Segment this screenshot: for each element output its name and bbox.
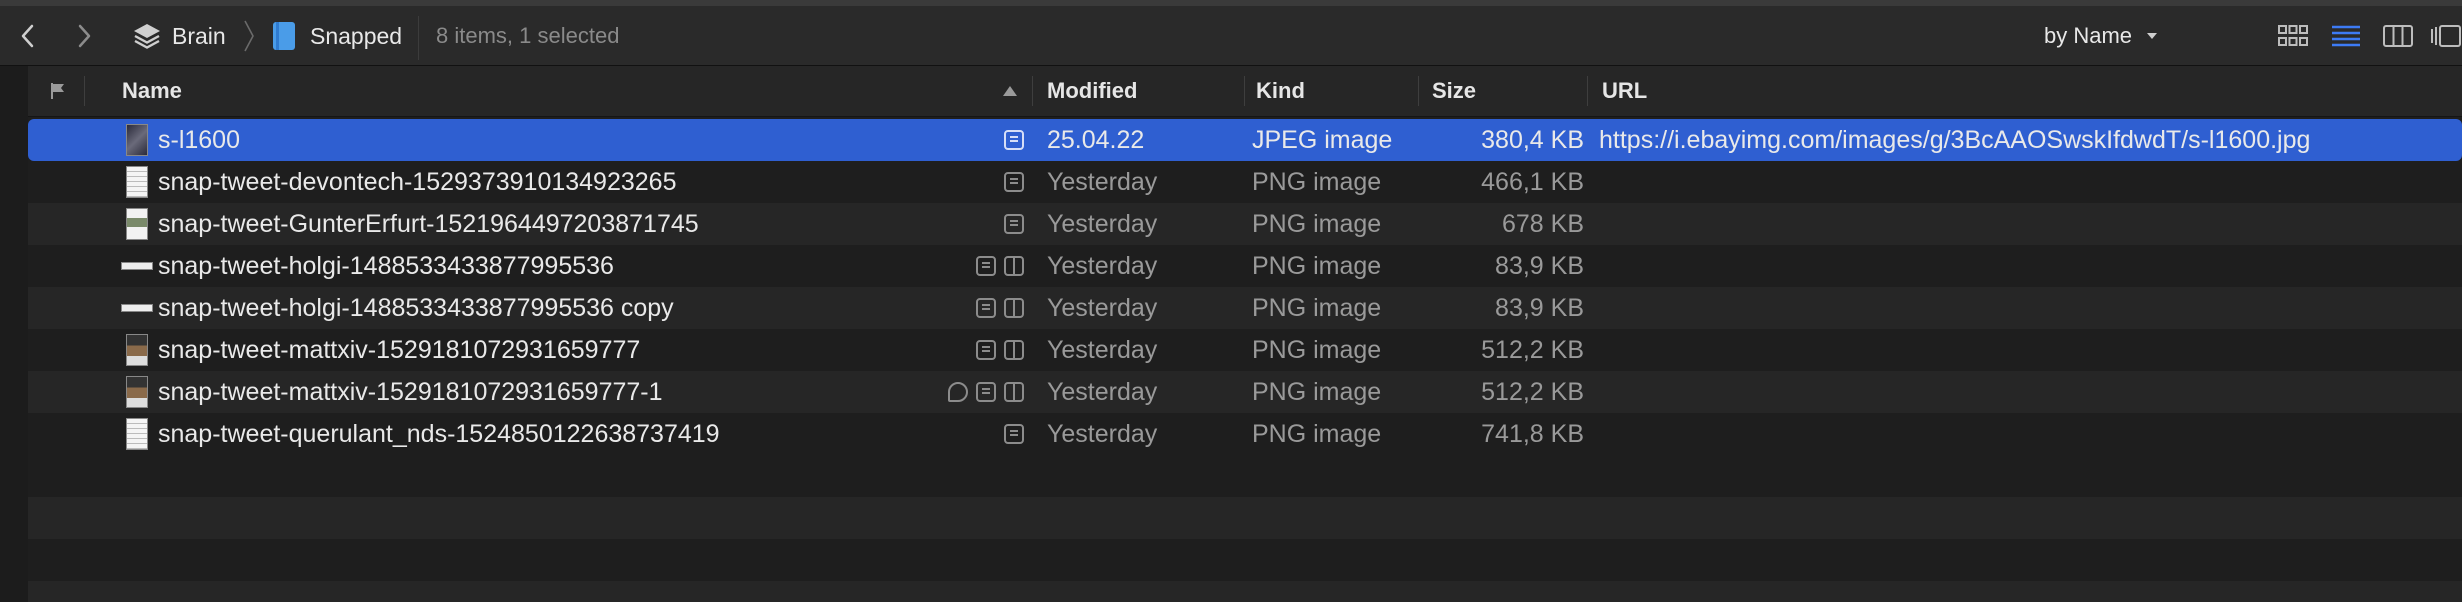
layers-icon (134, 24, 160, 49)
sort-dropdown[interactable]: by Name (2044, 6, 2158, 66)
metadata-icon (976, 382, 996, 402)
sort-ascending-indicator (1002, 66, 1018, 116)
file-thumbnail (126, 418, 148, 450)
book-icon (273, 22, 295, 50)
file-size: 380,4 KB (1481, 125, 1584, 154)
breadcrumb-item-brain[interactable]: Brain (132, 6, 226, 66)
toolbar: Brain Snapped 8 items, 1 selected by Nam… (0, 0, 2462, 66)
file-kind: PNG image (1252, 209, 1382, 238)
preview-pane-icon (1004, 256, 1024, 276)
file-kind: JPEG image (1252, 125, 1393, 154)
icon-view-button[interactable] (2278, 6, 2308, 66)
flag-column-header[interactable] (50, 66, 66, 116)
breadcrumb-separator (242, 6, 256, 66)
chevron-right-icon (78, 24, 91, 48)
file-name: snap-tweet-holgi-1488533433877995536 cop… (158, 293, 674, 322)
list-view-icon (2332, 25, 2360, 47)
forward-button[interactable] (76, 6, 92, 66)
table-row[interactable]: snap-tweet-mattxiv-1529181072931659777-1… (28, 371, 2462, 413)
modified-date: Yesterday (1047, 335, 1158, 364)
file-thumbnail (121, 262, 153, 270)
kind-column-header[interactable]: Kind (1256, 66, 1305, 116)
preview-pane-icon (1004, 298, 1024, 318)
modified-date: Yesterday (1047, 377, 1158, 406)
column-view-button[interactable] (2383, 6, 2413, 66)
modified-date: Yesterday (1047, 167, 1158, 196)
file-kind: PNG image (1252, 419, 1382, 448)
file-size: 512,2 KB (1481, 335, 1584, 364)
empty-row-stripe (28, 497, 2462, 539)
file-thumbnail (126, 376, 148, 408)
metadata-icon (976, 298, 996, 318)
back-button[interactable] (20, 6, 36, 66)
modified-date: Yesterday (1047, 293, 1158, 322)
breadcrumb-label: Snapped (310, 22, 403, 49)
list-view-button[interactable] (2331, 6, 2361, 66)
metadata-icon (976, 256, 996, 276)
file-size: 83,9 KB (1495, 293, 1584, 322)
metadata-icon (1004, 214, 1024, 234)
triangle-up-icon (1003, 86, 1017, 96)
table-row[interactable]: s-l1600 25.04.22 JPEG image 380,4 KB htt… (28, 119, 2462, 161)
size-column-header[interactable]: Size (1432, 66, 1476, 116)
file-name: snap-tweet-holgi-1488533433877995536 (158, 251, 614, 280)
file-name: snap-tweet-GunterErfurt-1521964497203871… (158, 209, 699, 238)
file-size: 466,1 KB (1481, 167, 1584, 196)
preview-pane-icon (1004, 340, 1024, 360)
cover-flow-button[interactable] (2430, 6, 2462, 66)
modified-date: Yesterday (1047, 209, 1158, 238)
file-name: s-l1600 (158, 125, 240, 154)
file-name: snap-tweet-devontech-1529373910134923265 (158, 167, 677, 196)
flag-icon (51, 83, 64, 99)
item-count-status: 8 items, 1 selected (436, 23, 620, 48)
file-kind: PNG image (1252, 167, 1382, 196)
table-row[interactable]: snap-tweet-devontech-1529373910134923265… (28, 161, 2462, 203)
chevron-left-icon (21, 24, 34, 48)
file-kind: PNG image (1252, 335, 1382, 364)
chevron-down-icon (2147, 33, 2158, 39)
icon-view-icon (2278, 25, 2308, 46)
modified-date: Yesterday (1047, 419, 1158, 448)
file-thumbnail (121, 304, 153, 312)
file-size: 512,2 KB (1481, 377, 1584, 406)
url-column-header[interactable]: URL (1602, 66, 1647, 116)
file-url[interactable]: https://i.ebayimg.com/images/g/3BcAAOSws… (1599, 119, 2310, 161)
file-thumbnail (126, 334, 148, 366)
file-size: 83,9 KB (1495, 251, 1584, 280)
file-name: snap-tweet-mattxiv-1529181072931659777-1 (158, 377, 663, 406)
table-row[interactable]: snap-tweet-GunterErfurt-1521964497203871… (28, 203, 2462, 245)
breadcrumb-item-snapped[interactable]: Snapped (272, 6, 402, 66)
breadcrumb-label: Brain (172, 22, 226, 49)
preview-pane-icon (1004, 382, 1024, 402)
table-row[interactable]: snap-tweet-mattxiv-1529181072931659777 Y… (28, 329, 2462, 371)
file-size: 741,8 KB (1481, 419, 1584, 448)
metadata-icon (1004, 130, 1024, 150)
metadata-icon (976, 340, 996, 360)
table-row[interactable]: snap-tweet-holgi-1488533433877995536 cop… (28, 287, 2462, 329)
column-view-icon (2383, 25, 2413, 47)
modified-date: 25.04.22 (1047, 125, 1145, 154)
file-kind: PNG image (1252, 293, 1382, 322)
file-kind: PNG image (1252, 377, 1382, 406)
table-row[interactable]: snap-tweet-querulant_nds-152485012263873… (28, 413, 2462, 455)
file-thumbnail (126, 208, 148, 240)
sidebar-gutter (0, 66, 28, 602)
cover-flow-icon (2431, 25, 2461, 47)
metadata-icon (1004, 172, 1024, 192)
file-thumbnail (126, 124, 148, 156)
sort-label: by Name (2044, 23, 2133, 48)
metadata-icon (1004, 424, 1024, 444)
table-row[interactable]: snap-tweet-holgi-1488533433877995536 Yes… (28, 245, 2462, 287)
name-column-header[interactable]: Name (122, 66, 182, 116)
empty-row-stripe (28, 581, 2462, 602)
file-name: snap-tweet-querulant_nds-152485012263873… (158, 419, 720, 448)
file-size: 678 KB (1501, 209, 1584, 238)
column-header: Name Modified Kind Size URL (28, 66, 2462, 117)
comment-icon (948, 382, 968, 402)
modified-date: Yesterday (1047, 251, 1158, 280)
modified-column-header[interactable]: Modified (1047, 66, 1137, 116)
file-kind: PNG image (1252, 251, 1382, 280)
file-name: snap-tweet-mattxiv-1529181072931659777 (158, 335, 641, 364)
file-thumbnail (126, 166, 148, 198)
